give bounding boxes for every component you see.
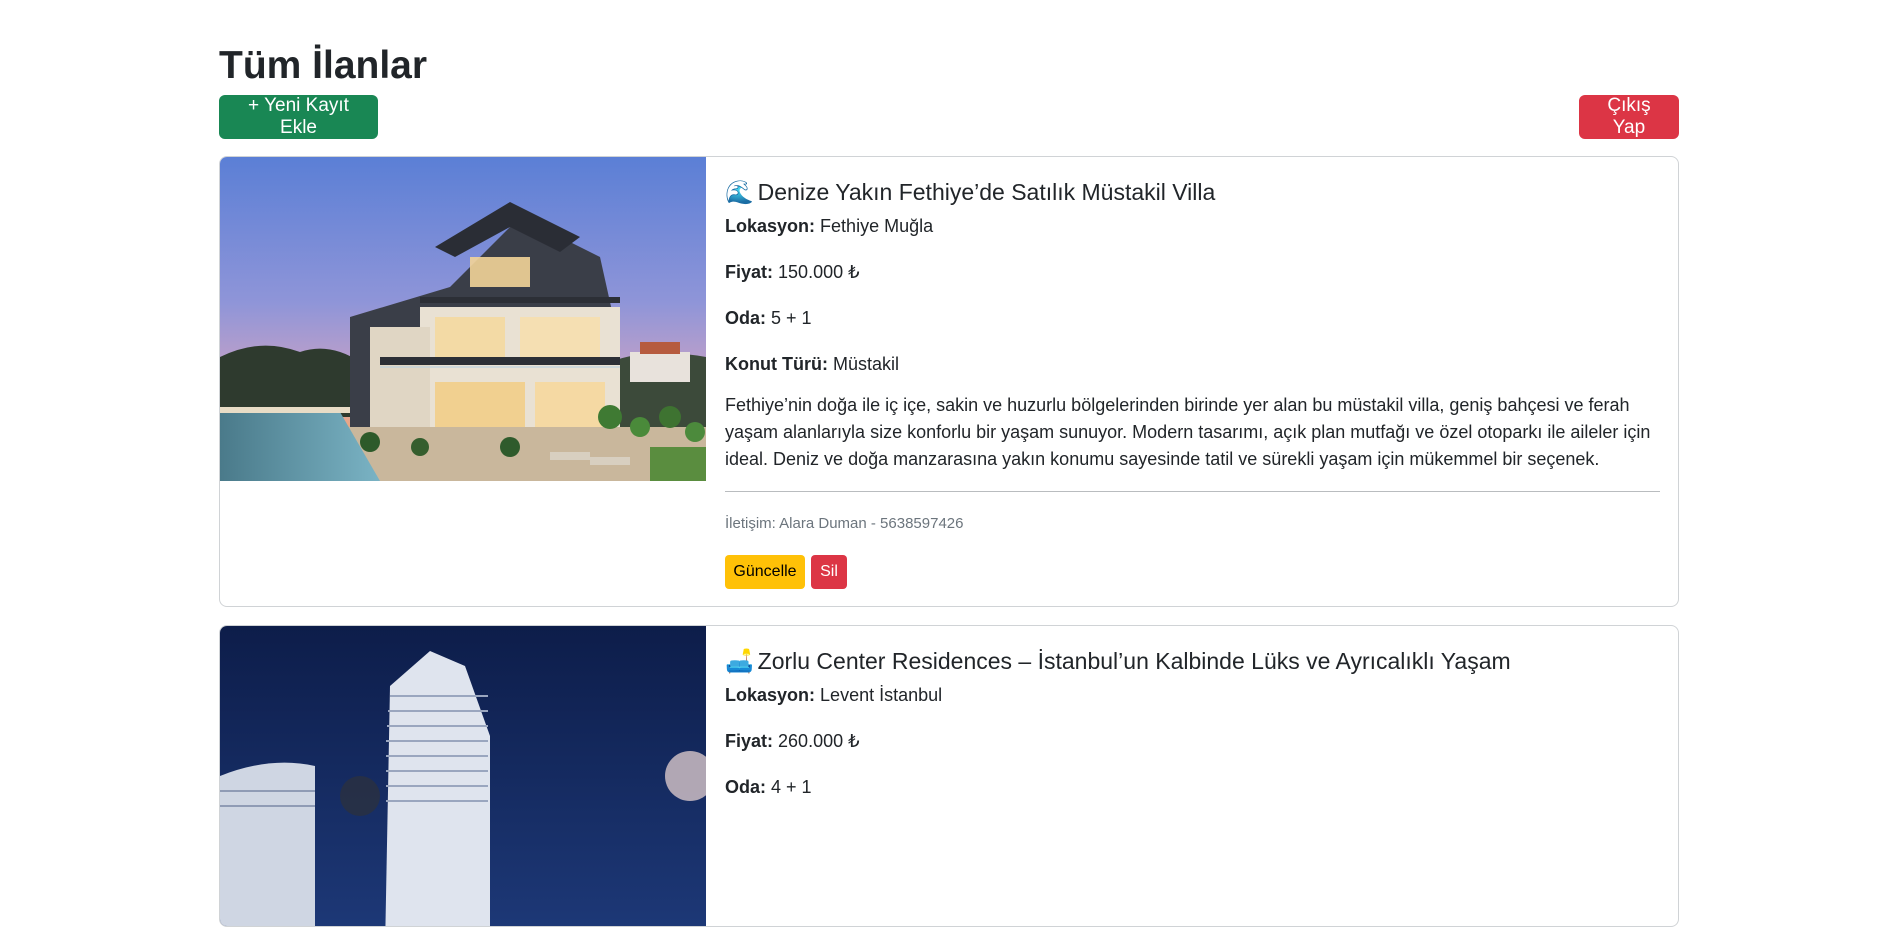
listing-price: Fiyat: 150.000 ₺ (725, 260, 860, 284)
listing-title: 🛋️ Zorlu Center Residences – İstanbul’un … (725, 644, 1511, 678)
location-label: Lokasyon: (725, 216, 816, 236)
listing-contact: İletişim: Alara Duman - 5638597426 (725, 515, 964, 532)
price-label: Fiyat: (725, 262, 774, 282)
listing-type: Konut Türü: Müstakil (725, 352, 899, 376)
listing-price: Fiyat: 260.000 ₺ (725, 729, 860, 753)
wave-icon: 🌊 (725, 179, 754, 205)
listing-rooms: Oda: 5 + 1 (725, 306, 812, 330)
type-value: Müstakil (832, 354, 899, 374)
type-label: Konut Türü: (725, 354, 828, 374)
listing-description: Fethiye’nin doğa ile iç içe, sakin ve hu… (725, 395, 1651, 469)
location-value: Fethiye Muğla (820, 216, 934, 236)
listing-card: 🛋️ Zorlu Center Residences – İstanbul’un … (219, 625, 1679, 927)
listing-location: Lokasyon: Levent İstanbul (725, 683, 942, 707)
rooms-value: 4 + 1 (771, 777, 812, 797)
location-value: Levent İstanbul (820, 685, 943, 705)
rooms-value: 5 + 1 (771, 308, 812, 328)
add-new-record-button[interactable]: + Yeni Kayıt Ekle (219, 95, 378, 139)
listing-title-text: Denize Yakın Fethiye’de Satılık Müstakil… (757, 179, 1216, 205)
delete-button[interactable]: Sil (811, 555, 847, 589)
update-button[interactable]: Güncelle (725, 555, 805, 589)
price-label: Fiyat: (725, 731, 774, 751)
couch-icon: 🛋️ (725, 648, 754, 674)
divider (725, 491, 1660, 492)
listing-location: Lokasyon: Fethiye Muğla (725, 214, 933, 238)
rooms-label: Oda: (725, 308, 767, 328)
listing-photo-residence (220, 626, 706, 926)
listing-photo-villa (220, 157, 706, 481)
listing-card: 🌊 Denize Yakın Fethiye’de Satılık Müstaki… (219, 156, 1679, 607)
listing-title: 🌊 Denize Yakın Fethiye’de Satılık Müstaki… (725, 175, 1215, 209)
rooms-label: Oda: (725, 777, 767, 797)
price-value: 260.000 ₺ (778, 731, 860, 751)
logout-button[interactable]: Çıkış Yap (1579, 95, 1679, 139)
listing-title-text: Zorlu Center Residences – İstanbul’un Ka… (757, 648, 1511, 674)
page-title: Tüm İlanlar (219, 44, 428, 87)
listing-rooms: Oda: 4 + 1 (725, 775, 812, 799)
price-value: 150.000 ₺ (778, 262, 860, 282)
location-label: Lokasyon: (725, 685, 816, 705)
